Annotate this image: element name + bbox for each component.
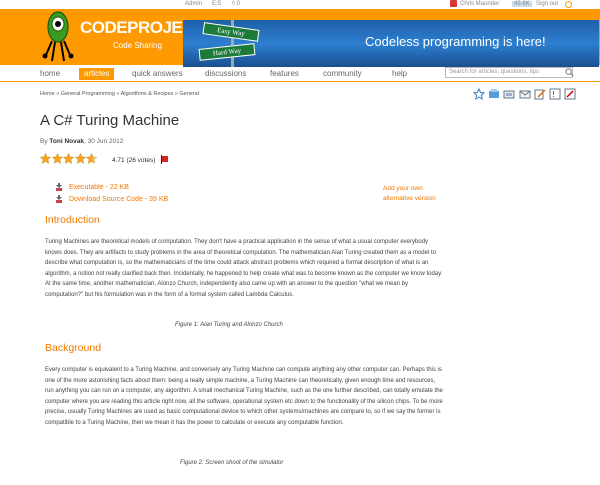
views-count: E:5 [212, 1, 222, 7]
download-executable[interactable]: Executable - 22 KB [55, 183, 129, 191]
nav-home[interactable]: home [40, 68, 60, 80]
notification-icon[interactable] [450, 0, 457, 7]
article-byline: By Toni Novak, 30 Jun 2012 [40, 138, 124, 145]
edit-icon[interactable] [534, 88, 546, 100]
bookmark-star-icon[interactable] [473, 88, 485, 100]
points-badge: 45.6K [512, 1, 532, 7]
section-heading-introduction: Introduction [45, 214, 100, 226]
rating-star-icon[interactable] [74, 153, 86, 164]
help-icon[interactable] [565, 1, 572, 8]
nav-features[interactable]: features [270, 68, 299, 80]
site-header: CODEPROJECT Code Sharing Easy Way Hard W… [0, 9, 600, 67]
breadcrumb[interactable]: Home » General Programming » Algorithms … [40, 91, 199, 97]
print-icon[interactable] [503, 88, 515, 100]
admin-link[interactable]: Admin [185, 1, 202, 7]
logo-tagline: Code Sharing [113, 41, 162, 50]
rating-text: 4.71 (26 votes) [112, 157, 156, 164]
hard-way-sign: Hard Way [198, 43, 256, 61]
nav-discussions[interactable]: discussions [205, 68, 246, 80]
vote-flag-icon[interactable] [161, 155, 169, 164]
signout-link[interactable]: Sign out [536, 1, 558, 7]
nav-articles[interactable]: articles [79, 68, 115, 80]
section-text-introduction: Turing Machines are theoretical models o… [45, 239, 443, 298]
author-link[interactable]: Toni Novak [49, 138, 84, 145]
section-heading-background: Background [45, 342, 102, 354]
admin-bar: Admin E:5 ◊ 0 Chris Maunder 45.6K Sign o… [0, 0, 600, 9]
download-icon [56, 195, 62, 203]
nav-help[interactable]: help [392, 68, 407, 80]
rating-star-icon[interactable] [86, 153, 97, 164]
rating-stars[interactable] [40, 153, 98, 165]
article-title: A C# Turing Machine [40, 112, 180, 129]
svg-text:!: ! [552, 90, 555, 99]
section-text-background: Every computer is equivalent to a Turing… [45, 367, 443, 426]
bob-mascot-icon[interactable] [38, 11, 78, 63]
pdf-icon[interactable] [564, 88, 576, 100]
comments-count: ◊ 0 [232, 1, 240, 7]
download-source[interactable]: Download Source Code - 39 KB [55, 195, 168, 203]
figure-caption-1: Figure 1: Alan Turing and Alonzo Church [175, 322, 283, 328]
rating-star-icon[interactable] [40, 153, 51, 164]
article-tools: ! [473, 88, 577, 102]
main-nav: home articles quick answers discussions … [0, 66, 600, 82]
user-name[interactable]: Chris Maunder [460, 1, 499, 7]
share-icon[interactable] [488, 88, 500, 100]
figure-caption-2: Figure 2: Screen shoot of the simulator [180, 460, 284, 466]
ad-banner[interactable]: Easy Way Hard Way Codeless programming i… [183, 20, 599, 67]
nav-quick-answers[interactable]: quick answers [132, 68, 183, 80]
rating-star-icon[interactable] [63, 153, 74, 164]
rating-star-icon[interactable] [51, 153, 63, 164]
email-icon[interactable] [519, 88, 531, 100]
download-icon [56, 183, 62, 191]
nav-community[interactable]: community [323, 68, 362, 80]
report-icon[interactable]: ! [549, 88, 561, 100]
banner-message: Codeless programming is here! [365, 34, 546, 49]
search-icon[interactable] [565, 68, 574, 77]
alternative-version-link[interactable]: Add your own alternative version [383, 184, 436, 204]
search-input[interactable]: Search for articles, questions, tips [445, 67, 573, 78]
